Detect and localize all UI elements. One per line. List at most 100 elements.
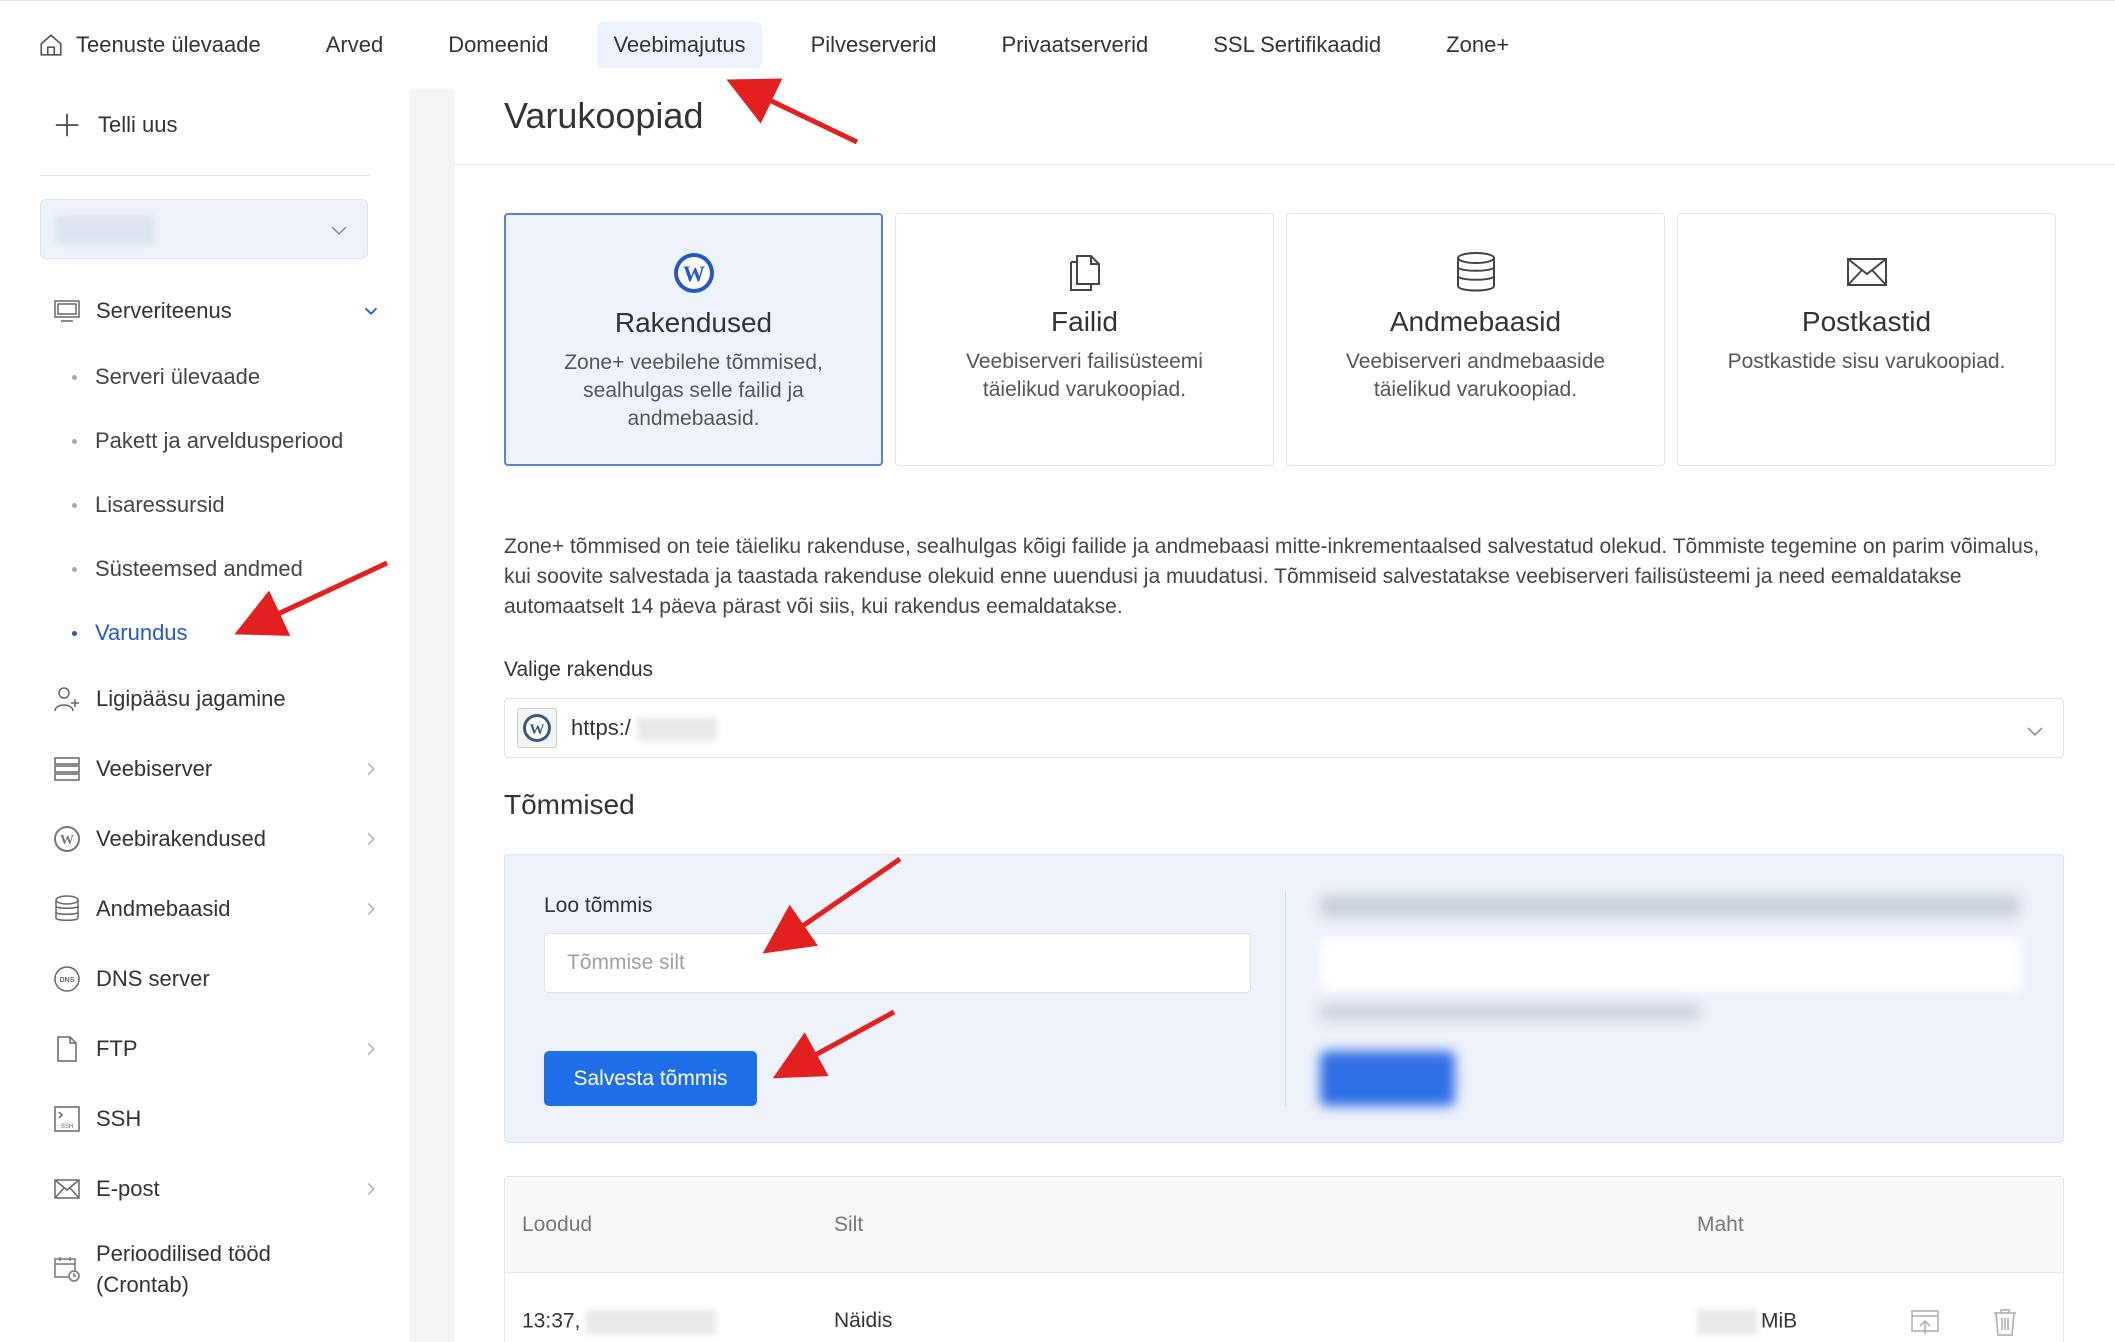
restore-icon[interactable] [1910, 1307, 1940, 1337]
plus-icon [55, 113, 79, 137]
svg-text:W: W [683, 261, 705, 286]
sidebar-subitem-label: Süsteemsed andmed [95, 556, 303, 581]
cell-created: 13:37, [522, 1309, 717, 1335]
card-mailboxes[interactable]: Postkastid Postkastide sisu varukoopiad. [1677, 213, 2056, 466]
sidebar-item-web-apps[interactable]: W Veebirakendused [52, 824, 382, 854]
sidebar-item-ssh[interactable]: SSH SSH [52, 1104, 382, 1134]
sidebar-divider [40, 175, 370, 176]
wordpress-icon: W [673, 253, 714, 293]
nav-label: Arved [325, 32, 384, 57]
card-desc: Veebiserveri andmebaaside täielikud varu… [1345, 350, 1606, 401]
trash-icon[interactable] [1992, 1307, 2018, 1337]
chevron-down-icon [364, 307, 378, 316]
envelope-icon [1846, 258, 1887, 286]
card-desc: Postkastide sisu varukoopiad. [1727, 350, 2006, 373]
card-files[interactable]: Failid Veebiserveri failisüsteemi täieli… [895, 213, 1274, 466]
order-new-button[interactable]: Telli uus [52, 110, 177, 140]
column-header-label: Silt [834, 1213, 864, 1236]
backup-type-cards: W Rakendused Zone+ veebilehe tõmmised, s… [504, 213, 2056, 466]
blurred-text-line [1320, 1003, 1700, 1021]
chevron-right-icon [367, 1043, 375, 1055]
server-rack-icon [54, 757, 80, 781]
header-divider [455, 164, 2115, 165]
database-icon [1456, 252, 1495, 292]
snapshots-table: Loodud Silt Maht 13:37, Näidis MiB [504, 1176, 2064, 1342]
sidebar-item-databases[interactable]: Andmebaasid [52, 894, 382, 924]
sidebar-subitem-system-data[interactable]: Süsteemsed andmed [52, 554, 382, 584]
content-gutter [409, 89, 455, 1342]
nav-label: Veebimajutus [613, 32, 746, 57]
dns-globe-icon: DNS [54, 966, 80, 992]
sidebar-subitem-backup[interactable]: Varundus [52, 618, 382, 648]
create-snapshot-panel: Loo tõmmis Salvesta tõmmis [504, 854, 2064, 1143]
sidebar-item-label: Andmebaasid [96, 896, 231, 921]
sidebar-subitem-label: Serveri ülevaade [95, 364, 261, 389]
cell-size-unit: MiB [1761, 1309, 1798, 1333]
sidebar-item-label: SSH [96, 1106, 142, 1131]
sidebar-item-label: Veebirakendused [96, 826, 267, 851]
column-header-created: Loodud [522, 1213, 593, 1236]
nav-web-hosting[interactable]: Veebimajutus [597, 22, 762, 68]
svg-text:W: W [530, 722, 545, 738]
nav-label: Domeenid [448, 32, 549, 57]
selected-service-blurred [55, 216, 155, 244]
sidebar-item-server-service[interactable]: Serveriteenus [52, 296, 382, 326]
card-applications[interactable]: W Rakendused Zone+ veebilehe tõmmised, s… [504, 213, 883, 466]
nav-ssl-certificates[interactable]: SSL Sertifikaadid [1197, 22, 1397, 68]
terminal-icon: SSH [54, 1106, 80, 1132]
top-navigation: Teenuste ülevaade Arved Domeenid Veebima… [0, 0, 2115, 89]
sidebar-item-ftp[interactable]: FTP [52, 1034, 382, 1064]
cell-created-time: 13:37, [522, 1309, 581, 1333]
sidebar-subitem-package-billing[interactable]: Pakett ja arveldusperiood [52, 426, 382, 456]
card-desc: Veebiserveri failisüsteemi täielikud var… [966, 350, 1203, 401]
calendar-clock-icon [54, 1257, 80, 1282]
nav-label: Pilveserverid [810, 32, 937, 57]
cell-label: Näidis [834, 1309, 893, 1332]
chevron-right-icon [367, 833, 375, 845]
nav-services-overview[interactable]: Teenuste ülevaade [22, 22, 277, 68]
database-icon [55, 895, 79, 921]
sidebar-subitem-extra-resources[interactable]: Lisaressursid [52, 490, 382, 520]
sidebar-subitem-label: Lisaressursid [95, 492, 225, 517]
nav-label: Zone+ [1446, 32, 1510, 57]
nav-private-servers[interactable]: Privaatserverid [986, 22, 1165, 68]
snapshot-intro-text: Zone+ tõmmised on teie täieliku rakendus… [504, 535, 2040, 618]
nav-label: Privaatserverid [1001, 32, 1149, 57]
service-selector[interactable] [40, 199, 368, 259]
user-add-icon [54, 687, 79, 712]
sidebar-subitem-label: Pakett ja arveldusperiood [95, 428, 344, 453]
blurred-input [1320, 937, 2020, 991]
svg-text:DNS: DNS [60, 977, 75, 984]
select-app-label: Valige rakendus [504, 658, 654, 681]
snapshot-label-input[interactable] [544, 933, 1251, 993]
date-blurred [586, 1309, 717, 1335]
card-databases[interactable]: Andmebaasid Veebiserveri andmebaaside tä… [1286, 213, 1665, 466]
nav-invoices[interactable]: Arved [310, 22, 399, 68]
size-blurred [1697, 1309, 1757, 1335]
wordpress-icon: W [54, 826, 80, 852]
sidebar-item-label: E-post [96, 1176, 160, 1201]
chevron-down-icon [2027, 727, 2043, 737]
panel-divider [1285, 891, 1286, 1106]
sidebar-item-dns-server[interactable]: DNS DNS server [52, 964, 382, 994]
sidebar-item-label: Perioodilised tööd [96, 1241, 271, 1266]
nav-domains[interactable]: Domeenid [432, 22, 564, 68]
sidebar-item-webserver[interactable]: Veebiserver [52, 754, 382, 784]
sidebar-item-email[interactable]: E-post [52, 1174, 382, 1204]
nav-label: SSL Sertifikaadid [1213, 32, 1382, 57]
chevron-right-icon [367, 1183, 375, 1195]
selected-app-url: https:/ [571, 715, 717, 742]
sidebar-item-access-sharing[interactable]: Ligipääsu jagamine [52, 684, 382, 714]
app-select-dropdown[interactable]: W https:/ [504, 698, 2064, 758]
sidebar-item-label: Serveriteenus [96, 298, 232, 323]
bullet-dot [72, 502, 77, 508]
sidebar-subitem-server-overview[interactable]: Serveri ülevaade [52, 362, 382, 392]
sidebar-item-cron-jobs[interactable]: Perioodilised tööd (Crontab) [52, 1238, 382, 1302]
save-snapshot-button[interactable]: Salvesta tõmmis [544, 1051, 757, 1106]
nav-zone-plus[interactable]: Zone+ [1430, 22, 1525, 68]
blurred-text-line [1320, 895, 2020, 917]
sidebar-item-label-sub: (Crontab) [96, 1272, 189, 1297]
nav-cloud-servers[interactable]: Pilveserverid [795, 22, 953, 68]
bullet-dot [72, 438, 77, 444]
card-title: Failid [1051, 306, 1118, 337]
